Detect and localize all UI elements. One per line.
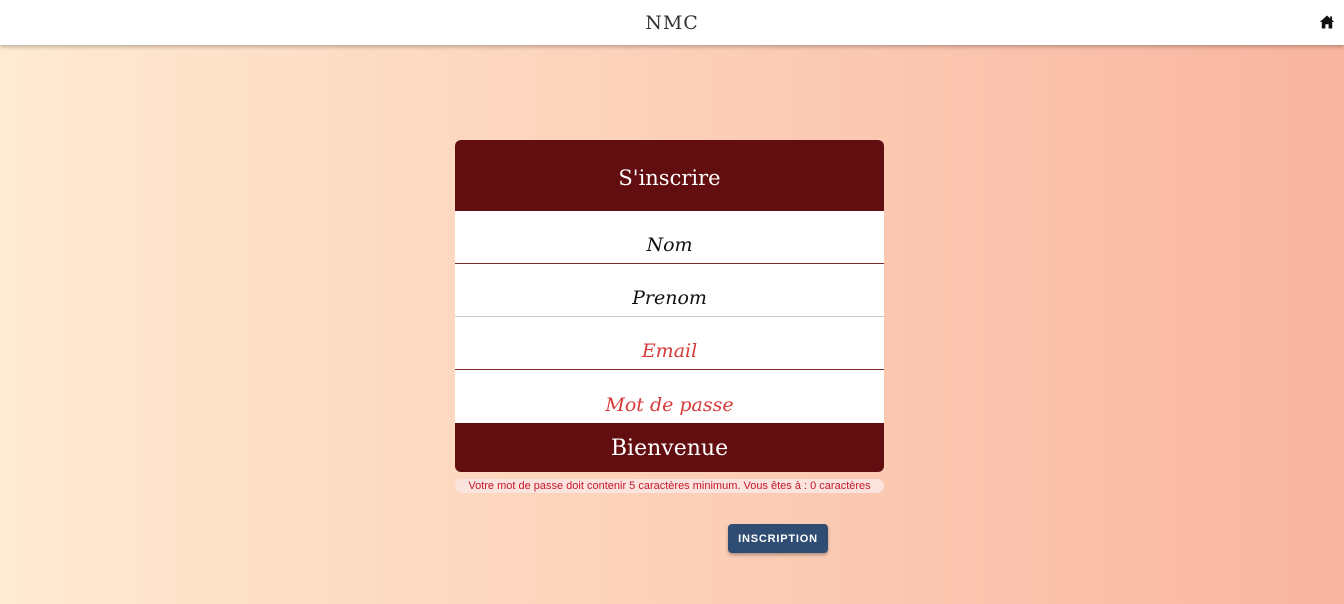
password-input[interactable]: [455, 391, 884, 419]
top-app-bar: NMC: [0, 0, 1344, 45]
email-field-wrapper: [455, 317, 884, 370]
signup-button[interactable]: INSCRIPTION: [728, 524, 828, 553]
password-error-message: Votre mot de passe doit contenir 5 carac…: [455, 479, 884, 493]
name-input[interactable]: [455, 231, 884, 259]
signup-card: S'inscrire Bienvenue: [455, 140, 884, 472]
firstname-input[interactable]: [455, 284, 884, 312]
name-field-wrapper: [455, 211, 884, 264]
email-input[interactable]: [455, 337, 884, 365]
home-icon[interactable]: [1319, 14, 1335, 30]
signup-title: S'inscrire: [455, 140, 884, 211]
password-field-wrapper: [455, 370, 884, 423]
welcome-banner: Bienvenue: [455, 423, 884, 472]
brand-title: NMC: [645, 12, 699, 34]
firstname-field-wrapper: [455, 264, 884, 317]
